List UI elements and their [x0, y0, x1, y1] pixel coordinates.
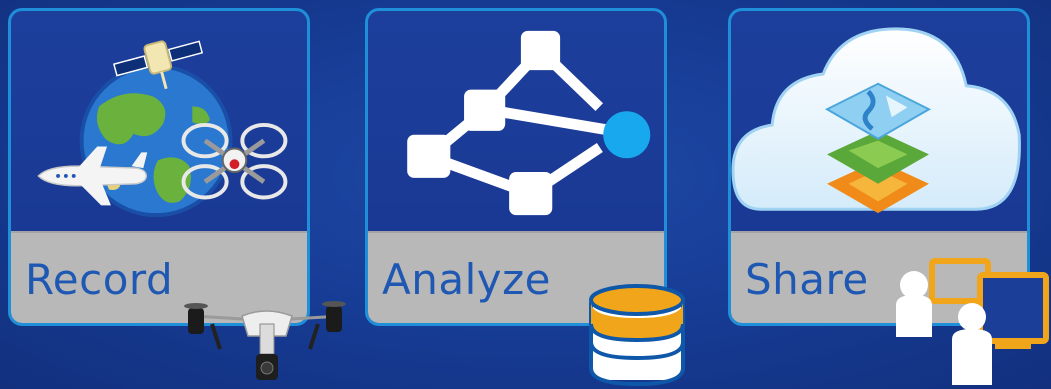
network-graph-icon	[407, 30, 651, 216]
cloud-map-layers-icon	[731, 27, 1021, 214]
workflow-banner: Record Analyze Share	[0, 0, 1051, 389]
globe-satellite-plane-drone-icon	[37, 40, 288, 218]
card-label-share: Share	[745, 255, 869, 304]
card-label-analyze: Analyze	[382, 255, 551, 304]
quadcopter-drone-icon	[184, 301, 346, 380]
database-icon	[589, 284, 685, 387]
card-analyze: Analyze	[365, 8, 667, 326]
card-record: Record	[8, 8, 310, 326]
card-label-record: Record	[25, 255, 174, 304]
users-computers-icon	[896, 258, 1049, 385]
